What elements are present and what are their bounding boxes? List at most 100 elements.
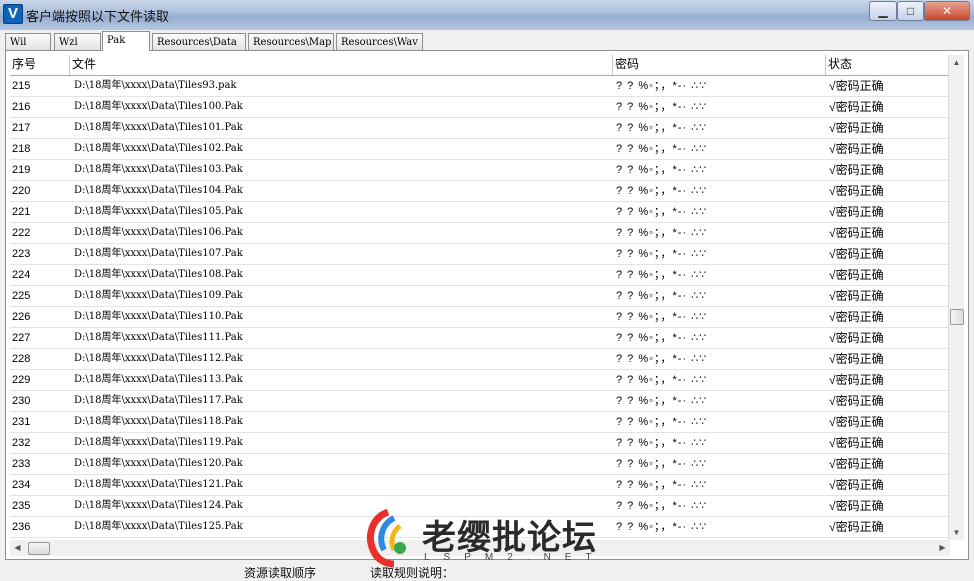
table-row[interactable]: 232 D:\18周年\xxxx\Data\Tiles119.Pak ? ? %◦；… [10, 433, 950, 454]
vertical-scrollbar[interactable]: ▲ ▼ [948, 55, 964, 540]
table-row[interactable]: 227 D:\18周年\xxxx\Data\Tiles111.Pak ? ? %◦；… [10, 328, 950, 349]
cell-file-path: D:\18周年\xxxx\Data\Tiles103.Pak [74, 164, 243, 175]
table-row[interactable]: 219 D:\18周年\xxxx\Data\Tiles103.Pak ? ? %◦；… [10, 160, 950, 181]
column-header-index[interactable]: 序号 [10, 55, 70, 75]
cell-password: ? ? %◦；，*-· ∴∵ [616, 353, 708, 365]
cell-index: 219 [12, 164, 31, 176]
cell-status: √密码正确 [829, 100, 884, 114]
minimize-button[interactable]: ▁ [869, 1, 897, 21]
table-row[interactable]: 215 D:\18周年\xxxx\Data\Tiles93.pak ? ? %◦；，… [10, 76, 950, 97]
cell-index: 234 [12, 479, 31, 491]
cell-file-path: D:\18周年\xxxx\Data\Tiles101.Pak [74, 122, 243, 133]
table-row[interactable]: 224 D:\18周年\xxxx\Data\Tiles108.Pak ? ? %◦；… [10, 265, 950, 286]
cell-index: 233 [12, 458, 31, 470]
cell-file-path: D:\18周年\xxxx\Data\Tiles111.Pak [74, 332, 243, 343]
cell-file-path: D:\18周年\xxxx\Data\Tiles110.Pak [74, 311, 243, 322]
horizontal-scroll-thumb[interactable] [28, 542, 50, 555]
tab-resources-data[interactable]: Resources\Data [152, 33, 246, 50]
cell-index: 216 [12, 101, 31, 113]
cell-file-path: D:\18周年\xxxx\Data\Tiles105.Pak [74, 206, 243, 217]
table-row[interactable]: 231 D:\18周年\xxxx\Data\Tiles118.Pak ? ? %◦；… [10, 412, 950, 433]
table-row[interactable]: 221 D:\18周年\xxxx\Data\Tiles105.Pak ? ? %◦；… [10, 202, 950, 223]
cell-index: 225 [12, 290, 31, 302]
cell-index: 235 [12, 500, 31, 512]
tab-resources-wav[interactable]: Resources\Wav [336, 33, 423, 50]
watermark-logo-icon [367, 508, 406, 568]
table-row[interactable]: 226 D:\18周年\xxxx\Data\Tiles110.Pak ? ? %◦；… [10, 307, 950, 328]
cell-file-path: D:\18周年\xxxx\Data\Tiles118.Pak [74, 416, 243, 427]
cell-password: ? ? %◦；，*-· ∴∵ [616, 248, 708, 260]
table-row[interactable]: 233 D:\18周年\xxxx\Data\Tiles120.Pak ? ? %◦；… [10, 454, 950, 475]
cell-index: 232 [12, 437, 31, 449]
cell-status: √密码正确 [829, 289, 884, 303]
cell-password: ? ? %◦；，*-· ∴∵ [616, 290, 708, 302]
table-row[interactable]: 228 D:\18周年\xxxx\Data\Tiles112.Pak ? ? %◦；… [10, 349, 950, 370]
cell-status: √密码正确 [829, 121, 884, 135]
tab-wzl[interactable]: Wzl [54, 33, 101, 50]
cell-index: 231 [12, 416, 31, 428]
watermark-subtext: LSPM2.NET [424, 552, 606, 563]
cell-index: 226 [12, 311, 31, 323]
cell-status: √密码正确 [829, 184, 884, 198]
table-row[interactable]: 223 D:\18周年\xxxx\Data\Tiles107.Pak ? ? %◦；… [10, 244, 950, 265]
cell-status: √密码正确 [829, 310, 884, 324]
tab-pak[interactable]: Pak [102, 31, 150, 51]
cell-index: 217 [12, 122, 31, 134]
cell-password: ? ? %◦；，*-· ∴∵ [616, 269, 708, 281]
close-button[interactable]: ✕ [924, 1, 970, 21]
column-header-file[interactable]: 文件 [70, 55, 613, 75]
tab-wil[interactable]: Wil [5, 33, 51, 50]
forum-watermark: 老缨批论坛 LSPM2.NET [360, 508, 620, 568]
cell-index: 227 [12, 332, 31, 344]
cell-index: 222 [12, 227, 31, 239]
cell-password: ? ? %◦；，*-· ∴∵ [616, 143, 708, 155]
cell-password: ? ? %◦；，*-· ∴∵ [616, 101, 708, 113]
cell-password: ? ? %◦；，*-· ∴∵ [616, 332, 708, 344]
cell-status: √密码正确 [829, 457, 884, 471]
table-row[interactable]: 225 D:\18周年\xxxx\Data\Tiles109.Pak ? ? %◦；… [10, 286, 950, 307]
table-row[interactable]: 230 D:\18周年\xxxx\Data\Tiles117.Pak ? ? %◦；… [10, 391, 950, 412]
cell-file-path: D:\18周年\xxxx\Data\Tiles121.Pak [74, 479, 243, 490]
cell-file-path: D:\18周年\xxxx\Data\Tiles106.Pak [74, 227, 243, 238]
table-row[interactable]: 229 D:\18周年\xxxx\Data\Tiles113.Pak ? ? %◦；… [10, 370, 950, 391]
table-row[interactable]: 218 D:\18周年\xxxx\Data\Tiles102.Pak ? ? %◦；… [10, 139, 950, 160]
scroll-up-arrow-icon[interactable]: ▲ [949, 55, 964, 70]
cell-password: ? ? %◦；，*-· ∴∵ [616, 437, 708, 449]
table-row[interactable]: 220 D:\18周年\xxxx\Data\Tiles104.Pak ? ? %◦；… [10, 181, 950, 202]
cell-password: ? ? %◦；，*-· ∴∵ [616, 521, 708, 533]
cell-index: 224 [12, 269, 31, 281]
file-list-table[interactable]: 序号 文件 密码 状态 215 D:\18周年\xxxx\Data\Tiles93… [10, 55, 950, 540]
cell-status: √密码正确 [829, 352, 884, 366]
cell-status: √密码正确 [829, 247, 884, 261]
window-title: 客户端按照以下文件读取 [26, 9, 170, 24]
cell-file-path: D:\18周年\xxxx\Data\Tiles93.pak [74, 80, 237, 91]
cell-status: √密码正确 [829, 226, 884, 240]
cell-index: 223 [12, 248, 31, 260]
cell-status: √密码正确 [829, 520, 884, 534]
table-row[interactable]: 222 D:\18周年\xxxx\Data\Tiles106.Pak ? ? %◦；… [10, 223, 950, 244]
table-row[interactable]: 216 D:\18周年\xxxx\Data\Tiles100.Pak ? ? %◦；… [10, 97, 950, 118]
vertical-scroll-thumb[interactable] [950, 309, 964, 325]
cell-file-path: D:\18周年\xxxx\Data\Tiles104.Pak [74, 185, 243, 196]
scroll-right-arrow-icon[interactable]: ▶ [935, 540, 950, 556]
cell-password: ? ? %◦；，*-· ∴∵ [616, 227, 708, 239]
cell-password: ? ? %◦；，*-· ∴∵ [616, 206, 708, 218]
column-header-status[interactable]: 状态 [826, 55, 950, 75]
maximize-button[interactable]: □ [897, 1, 924, 21]
cell-status: √密码正确 [829, 436, 884, 450]
cell-password: ? ? %◦；，*-· ∴∵ [616, 311, 708, 323]
cell-password: ? ? %◦；，*-· ∴∵ [616, 374, 708, 386]
cell-password: ? ? %◦；，*-· ∴∵ [616, 500, 708, 512]
table-row[interactable]: 217 D:\18周年\xxxx\Data\Tiles101.Pak ? ? %◦；… [10, 118, 950, 139]
table-row[interactable]: 234 D:\18周年\xxxx\Data\Tiles121.Pak ? ? %◦；… [10, 475, 950, 496]
column-header-password[interactable]: 密码 [613, 55, 826, 75]
cell-index: 230 [12, 395, 31, 407]
scroll-down-arrow-icon[interactable]: ▼ [949, 525, 964, 540]
tab-resources-map[interactable]: Resources\Map [248, 33, 334, 50]
cell-index: 236 [12, 521, 31, 533]
cell-status: √密码正确 [829, 394, 884, 408]
tab-strip: Wil Wzl Pak Resources\Data Resources\Map… [5, 31, 969, 51]
cell-status: √密码正确 [829, 268, 884, 282]
scroll-left-arrow-icon[interactable]: ◀ [10, 540, 25, 556]
cell-status: √密码正确 [829, 499, 884, 513]
